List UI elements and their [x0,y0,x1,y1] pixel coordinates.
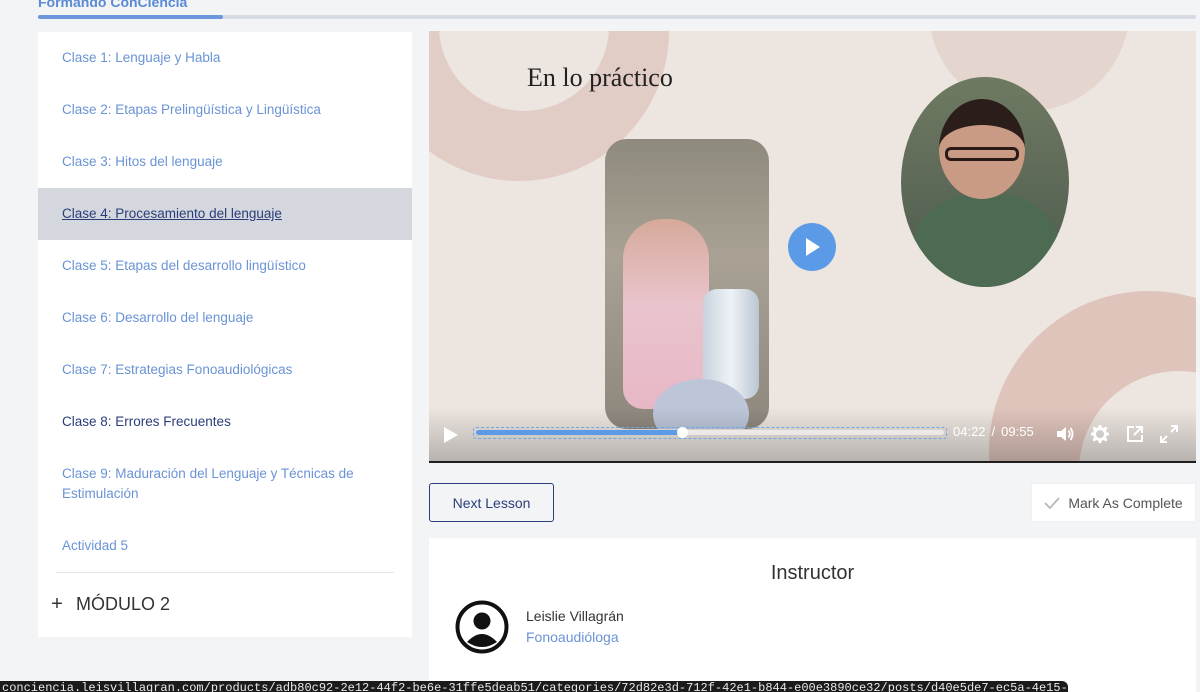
current-time: 04:22 [953,424,986,439]
settings-button[interactable] [1090,424,1110,448]
lesson-label: Clase 3: Hitos del lenguaje [62,154,223,169]
lesson-label: Actividad 5 [62,538,129,553]
lesson-item-2[interactable]: Clase 2: Etapas Prelingüística y Lingüís… [38,84,412,136]
lesson-label: Clase 2: Etapas Prelingüística y Lingüís… [62,102,321,117]
play-icon [444,427,458,443]
play-button[interactable] [443,426,459,449]
module-toggle-2[interactable]: + MÓDULO 2 [38,573,412,635]
lesson-label: Clase 7: Estrategias Fonoaudiológicas [62,362,293,377]
status-bar-url: conciencia.leisvillagran.com/products/ad… [0,681,1068,692]
time-display: 04:22 / 09:55 [953,424,1034,439]
external-link-icon [1127,426,1143,442]
lesson-label: Clase 4: Procesamiento del lenguaje [62,206,282,221]
fullscreen-button[interactable] [1160,425,1178,448]
next-lesson-button[interactable]: Next Lesson [429,483,554,522]
lesson-label: Clase 6: Desarrollo del lenguaje [62,310,254,325]
time-separator: / [991,424,996,439]
lesson-item-7[interactable]: Clase 7: Estrategias Fonoaudiológicas [38,344,412,396]
plus-icon: + [51,592,63,615]
course-progress-bar [38,15,1196,19]
duration: 09:55 [1001,424,1034,439]
seek-played [476,430,682,435]
instructor-card: Instructor Leislie Villagrán Fonoaudiólo… [429,538,1196,692]
popout-button[interactable] [1126,425,1144,448]
mark-complete-label: Mark As Complete [1068,494,1183,511]
instructor-heading: Instructor [770,562,855,584]
seek-bar[interactable] [473,427,947,439]
lesson-item-8[interactable]: Clase 8: Errores Frecuentes [38,396,412,448]
lesson-item-3[interactable]: Clase 3: Hitos del lenguaje [38,136,412,188]
child-photo [605,139,769,429]
instructor-role: Fonoaudióloga [526,629,619,645]
seek-thumb[interactable] [676,427,688,438]
module-label: MÓDULO 2 [76,593,171,614]
instructor-name: Leislie Villagrán [526,608,624,624]
lesson-sidebar: Clase 1: Lenguaje y Habla Clase 2: Etapa… [38,32,412,637]
lesson-item-4[interactable]: Clase 4: Procesamiento del lenguaje [38,188,412,240]
lesson-label: Clase 9: Maduración del Lenguaje y Técni… [62,466,354,501]
mark-complete-button[interactable]: Mark As Complete [1031,483,1196,522]
play-icon [806,238,820,256]
lesson-item-5[interactable]: Clase 5: Etapas del desarrollo lingüísti… [38,240,412,292]
seek-track [476,427,944,438]
checkmark-icon [1044,496,1060,509]
volume-icon [1057,427,1074,441]
slide-title: En lo práctico [527,63,673,92]
user-avatar-icon [455,600,509,654]
lesson-label: Clase 1: Lenguaje y Habla [62,50,221,65]
lesson-item-6[interactable]: Clase 6: Desarrollo del lenguaje [38,292,412,344]
settings-icon [1090,424,1110,444]
course-progress-fill [38,15,224,19]
lesson-item-9[interactable]: Clase 9: Maduración del Lenguaje y Técni… [38,448,412,520]
course-title: Formando ConCiencia [38,0,188,10]
instructor-video-feed [901,77,1069,287]
volume-button[interactable] [1055,425,1075,448]
lesson-item-10[interactable]: Actividad 5 [38,520,412,572]
big-play-button[interactable] [788,223,836,271]
lesson-item-1[interactable]: Clase 1: Lenguaje y Habla [38,32,412,84]
lesson-label: Clase 5: Etapas del desarrollo lingüísti… [62,258,306,273]
fullscreen-icon [1160,425,1178,443]
video-player[interactable]: En lo práctico 04:22 / 09:55 [429,31,1196,463]
video-controls: 04:22 / 09:55 [429,407,1196,461]
lesson-label: Clase 8: Errores Frecuentes [62,414,231,429]
